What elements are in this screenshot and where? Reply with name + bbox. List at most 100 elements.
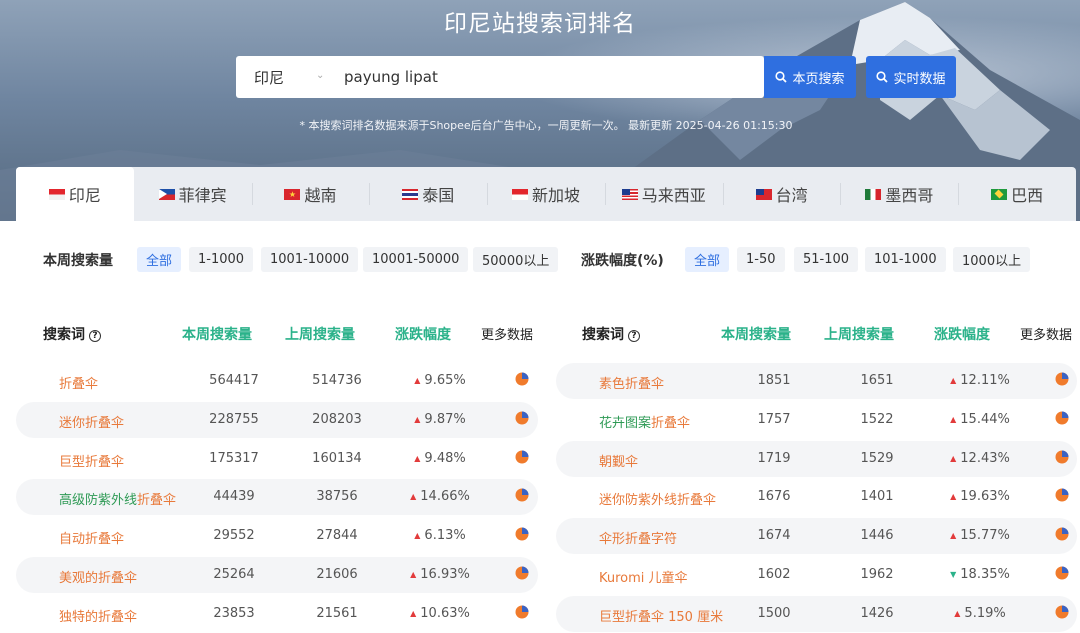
pie-chart-icon[interactable] [1055,450,1069,464]
table-row[interactable]: 朝觐伞 1719 1529 ▲ 12.43% [556,440,1077,477]
table-row[interactable]: 素色折叠伞 1851 1651 ▲ 12.11% [556,363,1077,399]
keyword-link[interactable]: 美观的折叠伞 [59,567,137,586]
keyword-text: 迷你折叠伞 [59,415,125,431]
keyword-link[interactable]: 巨型折叠伞 150 厘米 [599,606,723,625]
keyword-link[interactable]: 迷你折叠伞 [59,412,124,431]
tab-label: 墨西哥 [885,186,934,205]
tab-brazil[interactable]: 巴西 [958,167,1076,221]
pie-chart-icon[interactable] [515,450,529,464]
last-week-column-header[interactable]: 上周搜索量 [824,324,894,344]
change-filter-1000-plus[interactable]: 1000以上 [953,247,1031,272]
keyword-link[interactable]: 高级防紫外线折叠伞 [59,489,176,508]
change-value: 9.87% [424,411,466,427]
volume-filter-all[interactable]: 全部 [137,247,182,272]
keyword-suffix: 折叠伞 [651,415,691,431]
table-row[interactable]: 折叠伞 564417 514736 ▲ 9.65% [16,363,538,399]
search-icon [775,71,788,83]
change-percent: ▲ 16.93% [395,567,485,582]
this-week-column-header[interactable]: 本周搜索量 [182,324,252,344]
change-filter-51-100[interactable]: 51-100 [794,247,859,272]
trend-arrow-icon: ▲ [950,453,957,463]
table-row[interactable]: 迷你防紫外线折叠伞 1676 1401 ▲ 19.63% [556,479,1077,515]
pie-chart-icon[interactable] [515,372,529,386]
pie-chart-icon[interactable] [1055,411,1069,425]
keyword-link[interactable]: 素色折叠伞 [599,373,664,392]
pie-chart-icon[interactable] [515,566,529,580]
philippines-flag-icon [158,188,175,200]
keyword-column-header: 搜索词? [582,324,640,344]
keyword-link[interactable]: 朝觐伞 [599,451,638,470]
keyword-link[interactable]: 迷你防紫外线折叠伞 [599,489,716,508]
pie-chart-icon[interactable] [1055,527,1069,541]
keyword-header-label: 搜索词 [582,327,624,343]
pie-chart-icon[interactable] [1055,372,1069,386]
pie-chart-icon[interactable] [1055,488,1069,502]
pie-chart-icon[interactable] [515,605,529,619]
tab-taiwan[interactable]: 台湾 [722,167,841,221]
change-value: 12.43% [960,450,1010,466]
help-icon[interactable]: ? [89,330,101,342]
keyword-link[interactable]: 折叠伞 [59,373,98,392]
change-column-header[interactable]: 涨跌幅度 [934,324,990,344]
tab-label: 新加坡 [532,186,581,205]
tab-thailand[interactable]: 泰国 [369,167,487,221]
search-input[interactable] [330,56,764,98]
trend-arrow-icon: ▲ [410,492,417,502]
keyword-link[interactable]: 花卉图案折叠伞 [599,412,690,431]
last-week-volume: 1426 [860,605,894,621]
tab-malaysia[interactable]: 马来西亚 [604,167,723,221]
volume-filter-10001-50000[interactable]: 10001-50000 [363,247,469,272]
change-percent: ▲ 12.11% [935,373,1025,388]
table-row[interactable]: 伞形折叠字符 1674 1446 ▲ 15.77% [556,518,1077,555]
table-row[interactable]: 迷你折叠伞 228755 208203 ▲ 9.87% [16,401,538,438]
change-column-header[interactable]: 涨跌幅度 [395,324,451,344]
last-week-volume: 1401 [860,489,894,505]
tab-indonesia[interactable]: 印尼 [16,167,134,221]
tab-philippines[interactable]: 菲律宾 [134,167,252,221]
trend-arrow-icon: ▲ [950,492,957,502]
volume-filter-50000-plus[interactable]: 50000以上 [473,247,559,272]
keyword-link[interactable]: 自动折叠伞 [59,528,124,547]
table-row[interactable]: 高级防紫外线折叠伞 44439 38756 ▲ 14.66% [16,479,538,516]
region-select[interactable]: 印尼 ⌄ [236,56,330,98]
pie-chart-icon[interactable] [1055,566,1069,580]
update-notice: * 本搜索词排名数据来源于Shopee后台广告中心，一周更新一次。 最新更新 2… [299,119,793,132]
change-filter-1-50[interactable]: 1-50 [737,247,785,272]
keyword-link[interactable]: 独特的折叠伞 [59,606,137,625]
pie-chart-icon[interactable] [1055,605,1069,619]
tab-mexico[interactable]: 墨西哥 [840,167,958,221]
table-row[interactable]: 巨型折叠伞 150 厘米 1500 1426 ▲ 5.19% [556,595,1077,632]
pie-chart-icon[interactable] [515,488,529,502]
keyword-prefix: 花卉图案 [599,415,652,431]
keyword-link[interactable]: Kuromi 儿童伞 [599,567,688,586]
page-search-button[interactable]: 本页搜索 [764,56,856,98]
table-row[interactable]: 美观的折叠伞 25264 21606 ▲ 16.93% [16,557,538,593]
change-value: 19.63% [960,489,1010,505]
this-week-column-header[interactable]: 本周搜索量 [721,324,791,344]
change-filter-all[interactable]: 全部 [685,247,730,272]
pie-chart-icon[interactable] [515,527,529,541]
change-percent: ▲ 15.44% [935,412,1025,427]
keyword-link[interactable]: 巨型折叠伞 [59,451,124,470]
table-row[interactable]: 自动折叠伞 29552 27844 ▲ 6.13% [16,518,538,554]
change-filter-101-1000[interactable]: 101-1000 [865,247,946,272]
table-row[interactable]: 花卉图案折叠伞 1757 1522 ▲ 15.44% [556,402,1077,438]
table-row[interactable]: Kuromi 儿童伞 1602 1962 ▼ 18.35% [556,557,1077,593]
keyword-text: 朝觐伞 [599,454,639,470]
tab-singapore[interactable]: 新加坡 [487,167,605,221]
change-value: 15.44% [960,411,1010,427]
last-week-column-header[interactable]: 上周搜索量 [285,324,355,344]
vietnam-flag-icon: ★ [284,188,301,200]
trend-arrow-icon: ▲ [410,570,417,579]
pie-chart-icon[interactable] [515,411,529,425]
keyword-link[interactable]: 伞形折叠字符 [599,528,677,547]
this-week-volume: 25264 [213,567,255,582]
tab-vietnam[interactable]: ★ 越南 [251,167,370,221]
table-row[interactable]: 独特的折叠伞 23853 21561 ▲ 10.63% [16,596,538,632]
live-data-button[interactable]: 实时数据 [866,56,956,98]
volume-filter-1001-10000[interactable]: 1001-10000 [261,247,359,272]
change-percent: ▼ 18.35% [935,567,1025,582]
help-icon[interactable]: ? [628,330,640,342]
volume-filter-1-1000[interactable]: 1-1000 [189,247,254,272]
table-row[interactable]: 巨型折叠伞 175317 160134 ▲ 9.48% [16,441,538,477]
